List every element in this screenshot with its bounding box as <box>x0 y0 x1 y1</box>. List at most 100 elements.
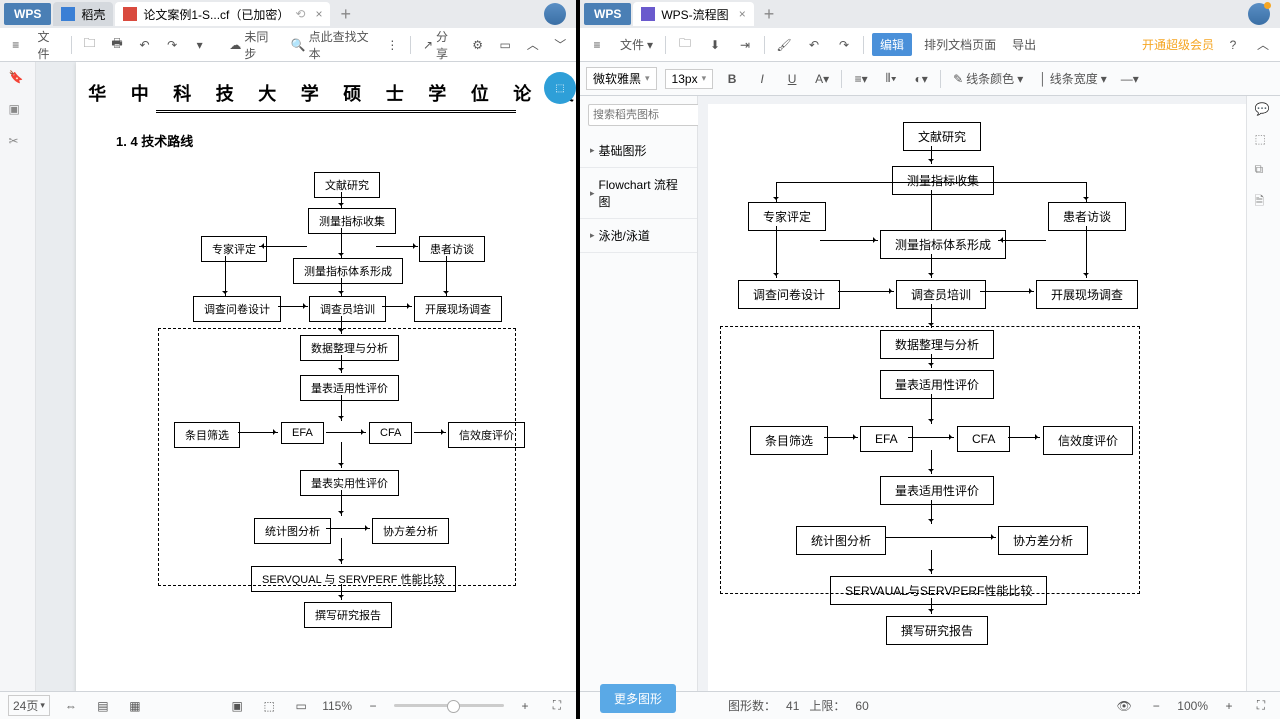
template-icon[interactable]: ⬚ <box>1255 132 1273 150</box>
image-icon[interactable]: ▣ <box>9 102 27 120</box>
bookmark-icon[interactable]: 🔖 <box>9 70 27 88</box>
font-select[interactable]: 微软雅黑 <box>586 67 657 90</box>
dashed-group <box>158 328 516 586</box>
line-width[interactable]: │线条宽度▾ <box>1035 70 1111 87</box>
save-icon[interactable]: 🗀 <box>674 34 696 56</box>
flow-node: 文献研究 <box>314 172 380 198</box>
flow-node[interactable]: 患者访谈 <box>1048 202 1126 231</box>
zoom-in-icon[interactable]: + <box>514 695 536 717</box>
float-tool-icon[interactable]: ⬚ <box>544 72 576 104</box>
clip-icon[interactable]: ✂ <box>9 134 27 152</box>
fill-icon[interactable]: ◐▾ <box>910 68 932 90</box>
help-icon[interactable]: ? <box>1222 34 1244 56</box>
copy-icon[interactable]: ⧉ <box>1255 162 1273 180</box>
page: ⬚ 华 中 科 技 大 学 硕 士 学 位 论 文 1. 4 技术路线 文献研究… <box>76 62 576 691</box>
more-icon[interactable]: ⋮ <box>383 34 403 56</box>
flow-node[interactable]: 文献研究 <box>903 122 981 151</box>
close-icon[interactable]: × <box>739 7 746 21</box>
avatar[interactable] <box>544 3 566 25</box>
statusbar-right: 更多图形 图形数： 41 上限： 60 👁 − 100% + ⛶ <box>580 691 1280 719</box>
align-icon[interactable]: ≡▾ <box>850 68 872 90</box>
tab-document[interactable]: 论文案例1-S...cf（已加密）⟲× <box>115 2 330 26</box>
view1-icon[interactable]: ▤ <box>92 695 114 717</box>
undo-icon[interactable]: ↶ <box>135 34 155 56</box>
page-icon[interactable]: 🗎 <box>1255 192 1273 210</box>
arrange-menu[interactable]: 排列文档页面 <box>920 36 1000 53</box>
zoom-level: 100% <box>1177 699 1208 713</box>
left-rail: 🔖 ▣ ✂ <box>0 62 36 691</box>
collapse-icon[interactable]: ︿ <box>523 34 543 56</box>
flow-node[interactable]: 专家评定 <box>748 202 826 231</box>
open-icon[interactable]: 🗀 <box>80 34 100 56</box>
zoom-slider[interactable] <box>394 704 504 707</box>
flow-node[interactable]: 撰写研究报告 <box>886 616 988 645</box>
layout2-icon[interactable]: ⬚ <box>258 695 280 717</box>
pin-icon[interactable]: ⟲ <box>295 7 305 21</box>
dropdown-icon[interactable]: ▾ <box>190 34 210 56</box>
menu-icon[interactable]: ≡ <box>586 34 608 56</box>
italic-icon[interactable]: I <box>751 68 773 90</box>
new-tab-button[interactable]: + <box>332 4 359 25</box>
pdf-icon <box>123 7 137 21</box>
cat-flowchart[interactable]: Flowchart 流程图 <box>580 168 697 219</box>
valign-icon[interactable]: ⫴▾ <box>880 68 902 90</box>
flow-node[interactable]: 开展现场调查 <box>1036 280 1138 309</box>
line-style-icon[interactable]: —▾ <box>1119 68 1141 90</box>
cat-basic[interactable]: 基础图形 <box>580 134 697 168</box>
fullscreen-icon[interactable]: ⛶ <box>546 695 568 717</box>
font-color-icon[interactable]: A▾ <box>811 68 833 90</box>
flow-node[interactable]: 调查问卷设计 <box>738 280 840 309</box>
sync-button[interactable]: ☁未同步 <box>225 28 278 62</box>
line-color[interactable]: ✎线条颜色▾ <box>949 70 1027 87</box>
zoom-out-icon[interactable]: − <box>1145 695 1167 717</box>
download-icon[interactable]: ⬇ <box>704 34 726 56</box>
docer-icon <box>61 7 75 21</box>
fullscreen-icon[interactable]: ⛶ <box>1250 695 1272 717</box>
layout1-icon[interactable]: ▣ <box>226 695 248 717</box>
file-menu[interactable]: 文件 <box>34 28 63 62</box>
print-icon[interactable]: 🖶 <box>107 34 127 56</box>
tab-docer[interactable]: 稻壳 <box>53 2 113 26</box>
find-button[interactable]: 🔍点此查找文本 <box>287 28 375 62</box>
zoom-in-icon[interactable]: + <box>1218 695 1240 717</box>
redo-icon[interactable]: ↷ <box>833 34 855 56</box>
zoom-out-icon[interactable]: − <box>362 695 384 717</box>
menu-icon[interactable]: ≡ <box>6 34 26 56</box>
shape-count-label: 图形数： <box>728 697 776 714</box>
expand-icon[interactable]: ﹀ <box>550 34 570 56</box>
undo-icon[interactable]: ↶ <box>803 34 825 56</box>
chat-icon[interactable]: 💬 <box>1255 102 1273 120</box>
flow-node[interactable]: 测量指标收集 <box>892 166 994 195</box>
edit-menu[interactable]: 编辑 <box>872 33 912 56</box>
window-icon[interactable]: ▭ <box>495 34 515 56</box>
share-button[interactable]: ↗分享 <box>419 28 460 62</box>
more-shapes-button[interactable]: 更多图形 <box>600 684 676 713</box>
underline-icon[interactable]: U <box>781 68 803 90</box>
view2-icon[interactable]: ▦ <box>124 695 146 717</box>
canvas[interactable]: 文献研究 测量指标收集 专家评定 患者访谈 测量指标体系形成 调查问卷设计 调查… <box>708 104 1246 691</box>
settings-icon[interactable]: ⚙ <box>468 34 488 56</box>
import-icon[interactable]: ⇥ <box>734 34 756 56</box>
new-tab-button[interactable]: + <box>756 4 783 25</box>
avatar[interactable] <box>1248 3 1270 25</box>
bold-icon[interactable]: B <box>721 68 743 90</box>
cat-swimlane[interactable]: 泳池/泳道 <box>580 219 697 253</box>
wps-logo: WPS <box>4 3 51 25</box>
brush-icon[interactable]: 🖌 <box>773 34 795 56</box>
tab-flowchart[interactable]: WPS-流程图× <box>633 2 753 26</box>
layout3-icon[interactable]: ▭ <box>290 695 312 717</box>
flow-node[interactable]: 调查员培训 <box>896 280 986 309</box>
canvas-area[interactable]: 文献研究 测量指标收集 专家评定 患者访谈 测量指标体系形成 调查问卷设计 调查… <box>698 96 1246 691</box>
fit-width-icon[interactable]: ⇔ <box>60 695 82 717</box>
file-menu[interactable]: 文件▾ <box>616 36 657 53</box>
size-select[interactable]: 13px <box>665 69 714 89</box>
collapse-icon[interactable]: ︿ <box>1252 34 1274 56</box>
document-area[interactable]: ⬚ 华 中 科 技 大 学 硕 士 学 位 论 文 1. 4 技术路线 文献研究… <box>36 62 576 691</box>
export-menu[interactable]: 导出 <box>1008 36 1040 53</box>
redo-icon[interactable]: ↷ <box>162 34 182 56</box>
page-count[interactable]: 24页▾ <box>8 695 50 716</box>
vip-link[interactable]: 开通超级会员 <box>1142 36 1214 53</box>
flow-node[interactable]: 测量指标体系形成 <box>880 230 1006 259</box>
visibility-icon[interactable]: 👁 <box>1113 695 1135 717</box>
close-icon[interactable]: × <box>315 7 322 21</box>
